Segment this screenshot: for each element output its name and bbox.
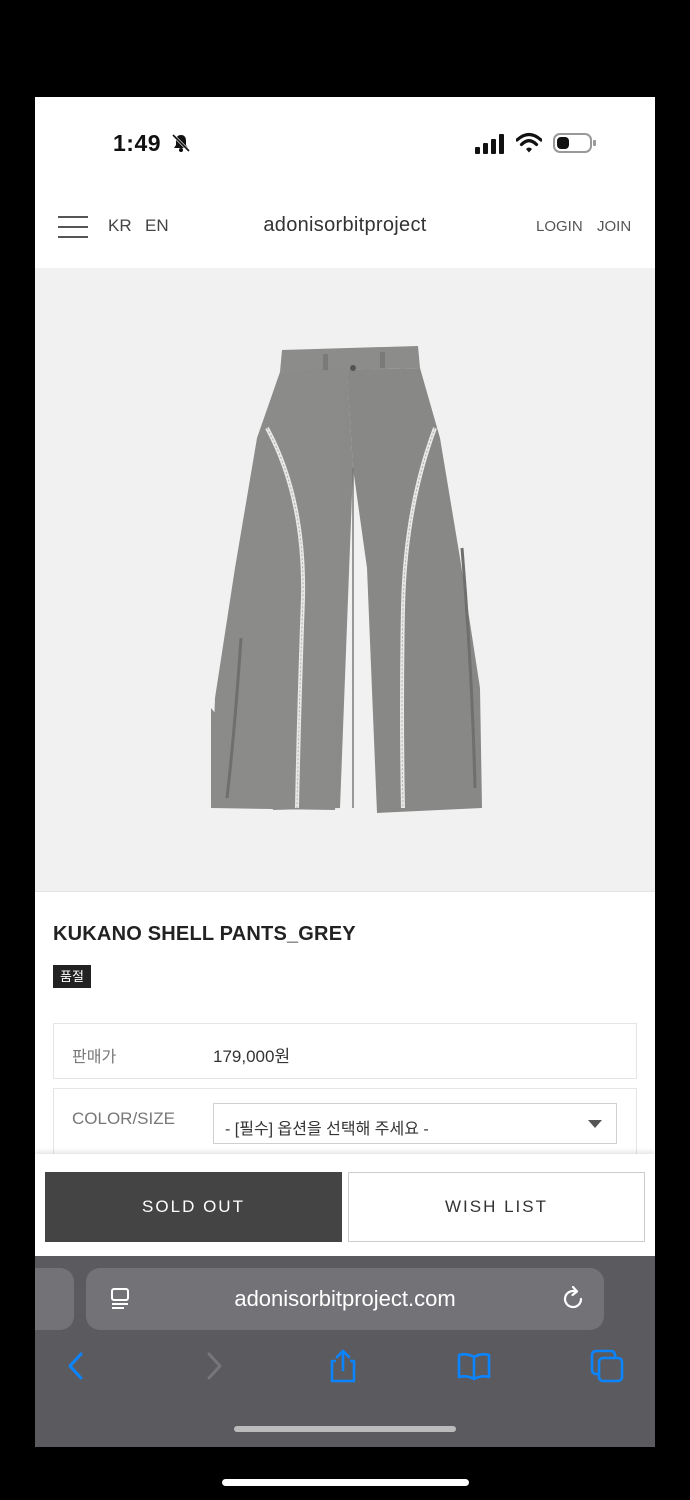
- option-select[interactable]: - [필수] 옵션을 선택해 주세요 -: [213, 1103, 617, 1144]
- price-value: 179,000원: [213, 1047, 291, 1066]
- option-row: COLOR/SIZE - [필수] 옵션을 선택해 주세요 -: [53, 1088, 637, 1158]
- pants-photo: [211, 346, 482, 813]
- sold-out-badge: 품절: [53, 965, 91, 988]
- back-arrow-icon[interactable]: [59, 1348, 95, 1384]
- outer-home-indicator: [222, 1479, 469, 1486]
- price-label: 판매가: [72, 1049, 117, 1066]
- join-link[interactable]: JOIN: [597, 218, 631, 235]
- address-bar[interactable]: adonisorbitproject.com: [86, 1268, 604, 1330]
- action-bar: SOLD OUT WISH LIST: [35, 1154, 655, 1256]
- signal-icon: [475, 134, 504, 154]
- previous-tab-preview[interactable]: [35, 1268, 74, 1330]
- login-link[interactable]: LOGIN: [536, 218, 583, 235]
- phone-screen: 1:49 KR EN adonisorbitproject LOGIN JOIN…: [35, 97, 655, 1447]
- price-row: 판매가 179,000원: [53, 1023, 637, 1079]
- wifi-icon: [516, 132, 542, 153]
- wish-list-button[interactable]: WISH LIST: [348, 1172, 645, 1242]
- status-bar: 1:49: [35, 97, 655, 192]
- browser-toolbar: adonisorbitproject.com: [35, 1256, 655, 1447]
- option-label: COLOR/SIZE: [72, 1109, 175, 1128]
- home-indicator: [234, 1426, 456, 1432]
- option-select-value: - [필수] 옵션을 선택해 주세요 -: [225, 1121, 429, 1138]
- battery-icon: [553, 133, 596, 153]
- site-header: KR EN adonisorbitproject LOGIN JOIN: [35, 192, 655, 268]
- bell-slash-icon: [171, 133, 191, 153]
- bookmarks-icon[interactable]: [456, 1348, 492, 1384]
- reload-icon[interactable]: [560, 1286, 586, 1312]
- status-time: 1:49: [113, 130, 162, 156]
- chevron-down-icon: [588, 1120, 602, 1128]
- url-text: adonisorbitproject.com: [234, 1286, 456, 1311]
- product-title: KUKANO SHELL PANTS_GREY: [53, 923, 356, 945]
- product-image: [35, 268, 655, 892]
- sold-out-button[interactable]: SOLD OUT: [45, 1172, 342, 1242]
- share-icon[interactable]: [325, 1348, 361, 1384]
- forward-arrow-icon[interactable]: [195, 1348, 231, 1384]
- tabs-icon[interactable]: [589, 1348, 625, 1384]
